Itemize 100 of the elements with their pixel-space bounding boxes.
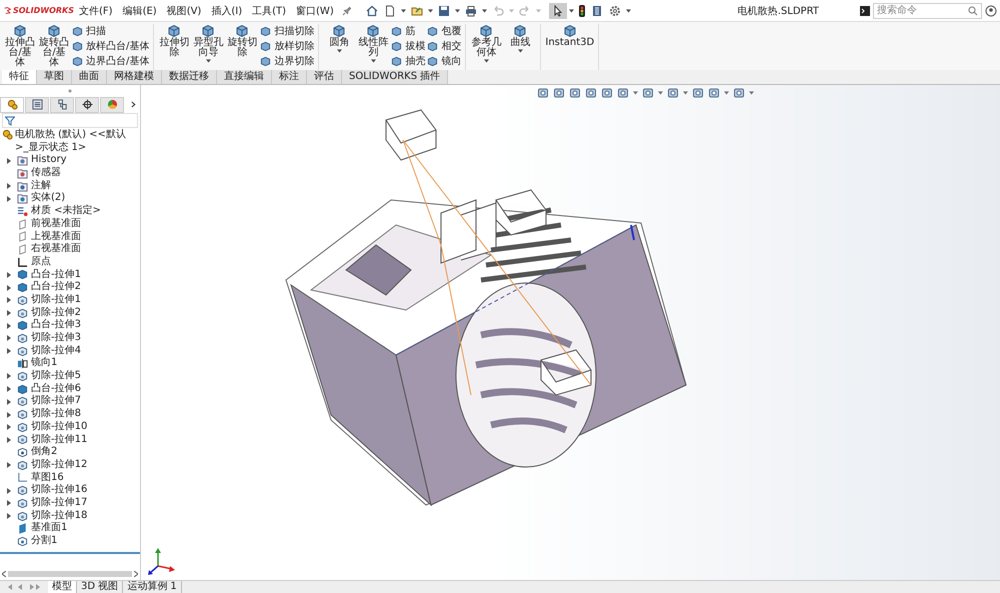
open-folder-icon[interactable] — [410, 4, 423, 16]
command-button[interactable]: 边界切除 — [260, 54, 314, 68]
tree-item[interactable]: 基准面1 — [3, 522, 68, 536]
caret-icon[interactable] — [482, 8, 487, 12]
command-button[interactable]: 筋 — [391, 24, 426, 38]
command-button[interactable]: 放样切除 — [260, 39, 314, 53]
tree-item[interactable]: 草图16 — [3, 472, 64, 484]
tree-item[interactable]: 前视基准面 — [3, 218, 81, 231]
select-button[interactable] — [548, 2, 567, 18]
tree-item[interactable]: 切除-拉伸12 — [3, 458, 88, 472]
tab[interactable]: 运动算例 1 — [123, 581, 182, 593]
tab[interactable]: 数据迁移 — [162, 70, 217, 84]
command-button[interactable]: 异型孔向导 — [192, 24, 224, 70]
property-tab[interactable] — [25, 96, 49, 112]
file-properties-icon[interactable] — [590, 4, 603, 16]
tab[interactable]: 3D 视图 — [77, 581, 124, 593]
tab[interactable]: 评估 — [307, 70, 342, 84]
tree-item[interactable]: 切除-拉伸8 — [3, 408, 81, 421]
tree-item[interactable]: 凸台-拉伸3 — [3, 319, 81, 332]
menu-item[interactable]: 编辑(E) — [118, 4, 162, 18]
caret-icon[interactable] — [428, 8, 433, 12]
traffic-light-icon[interactable] — [578, 4, 585, 16]
caret-icon[interactable] — [658, 91, 663, 95]
tree-item[interactable]: 电机散热 (默认) <<默认>_显示状态 1> — [0, 129, 140, 154]
command-button[interactable]: 参考几何体 — [470, 24, 502, 70]
command-button[interactable]: 放样凸台/基体 — [72, 39, 150, 53]
menu-item[interactable]: 插入(I) — [206, 4, 248, 18]
command-button[interactable]: 包覆 — [427, 24, 462, 38]
tree-item[interactable]: 切除-拉伸4 — [3, 344, 81, 358]
caret-icon[interactable] — [749, 91, 754, 95]
tree-item[interactable]: 分割1 — [3, 535, 58, 548]
menu-item[interactable]: 窗口(W) — [291, 4, 339, 18]
command-button[interactable]: 扫描切除 — [260, 24, 314, 38]
settings-icon[interactable] — [608, 4, 621, 16]
new-document-icon[interactable] — [384, 4, 396, 16]
tree-item[interactable]: 切除-拉伸1 — [3, 294, 81, 307]
command-button[interactable]: 旋转切除 — [226, 24, 258, 70]
caret-icon[interactable] — [568, 8, 574, 12]
tree-item[interactable]: 实体(2) — [3, 192, 66, 206]
tab[interactable]: SOLIDWORKS 插件 — [342, 70, 448, 84]
save-icon[interactable] — [438, 4, 450, 16]
command-button[interactable]: 圆角 — [323, 24, 356, 70]
command-button[interactable]: Instant3D — [545, 24, 594, 70]
expand-arrow-icon[interactable] — [6, 310, 10, 316]
expand-arrow-icon[interactable] — [6, 513, 10, 519]
caret-icon[interactable] — [484, 59, 489, 63]
tab[interactable]: 网格建模 — [107, 70, 162, 84]
tree-item[interactable]: 凸台-拉伸6 — [3, 382, 81, 396]
tab[interactable]: 特征 — [2, 70, 37, 84]
tree-item[interactable]: History — [3, 154, 67, 168]
caret-icon[interactable] — [626, 8, 631, 12]
printer-icon[interactable] — [464, 4, 477, 16]
menu-item[interactable]: 文件(F) — [74, 4, 118, 18]
tab[interactable]: 直接编辑 — [217, 70, 272, 84]
tree-item[interactable]: 上视基准面 — [3, 230, 81, 244]
tree-item[interactable]: 切除-拉伸2 — [3, 306, 81, 320]
tree-item[interactable]: 切除-拉伸11 — [3, 434, 88, 446]
configuration-tab[interactable] — [50, 96, 74, 112]
feature-tree-tab[interactable] — [0, 96, 24, 112]
command-button[interactable]: 边界凸台/基体 — [72, 54, 150, 68]
tree-item[interactable]: 材质 <未指定> — [3, 205, 101, 218]
dimxpert-tab[interactable] — [75, 96, 99, 112]
search-field[interactable]: 搜索命令 — [873, 2, 982, 18]
tree-item[interactable]: 切除-拉伸10 — [3, 420, 88, 434]
tree-item[interactable]: 右视基准面 — [3, 243, 81, 256]
tree-item[interactable]: 切除-拉伸5 — [3, 370, 81, 383]
command-button[interactable]: 扫描 — [72, 24, 150, 38]
caret-icon[interactable] — [336, 49, 342, 53]
user-icon[interactable] — [985, 4, 997, 16]
caret-icon[interactable] — [633, 91, 638, 95]
command-button[interactable]: 旋转凸台/基体 — [38, 24, 70, 70]
grip-icon[interactable] — [68, 89, 72, 93]
caret-icon[interactable] — [683, 91, 688, 95]
tree-item[interactable]: 切除-拉伸3 — [3, 332, 81, 345]
scroll-left-icon[interactable] — [2, 571, 6, 577]
caret-icon[interactable] — [206, 59, 211, 63]
menu-item[interactable]: 视图(V) — [162, 4, 206, 18]
tab[interactable]: 标注 — [272, 70, 307, 84]
tree-item[interactable]: 传感器 — [3, 167, 61, 180]
caret-icon[interactable] — [454, 8, 460, 12]
expand-arrow-icon[interactable] — [6, 158, 10, 164]
tree-item[interactable]: 倒角2 — [3, 446, 58, 459]
filter-icon[interactable] — [5, 116, 15, 126]
display-tab[interactable] — [100, 96, 124, 112]
scroll-right-icon[interactable] — [134, 571, 138, 577]
caret-icon[interactable] — [370, 59, 376, 63]
tree-item[interactable]: 切除-拉伸17 — [3, 496, 88, 510]
tree-item[interactable]: 切除-拉伸7 — [3, 395, 81, 408]
part-model-drawing[interactable] — [285, 109, 687, 506]
command-button[interactable]: 相交 — [427, 39, 462, 53]
command-button[interactable]: 线性阵列 — [357, 24, 390, 70]
pin-icon[interactable] — [342, 6, 352, 16]
menu-item[interactable]: 工具(T) — [247, 4, 292, 18]
command-button[interactable]: 抽壳 — [391, 54, 426, 68]
chevron-right-icon[interactable] — [131, 101, 136, 108]
tree-item[interactable]: 注解 — [3, 180, 51, 192]
caret-icon[interactable] — [724, 91, 729, 95]
home-icon[interactable] — [366, 4, 378, 16]
expand-arrow-icon[interactable] — [6, 412, 10, 418]
command-button[interactable]: 曲线 — [504, 24, 536, 70]
